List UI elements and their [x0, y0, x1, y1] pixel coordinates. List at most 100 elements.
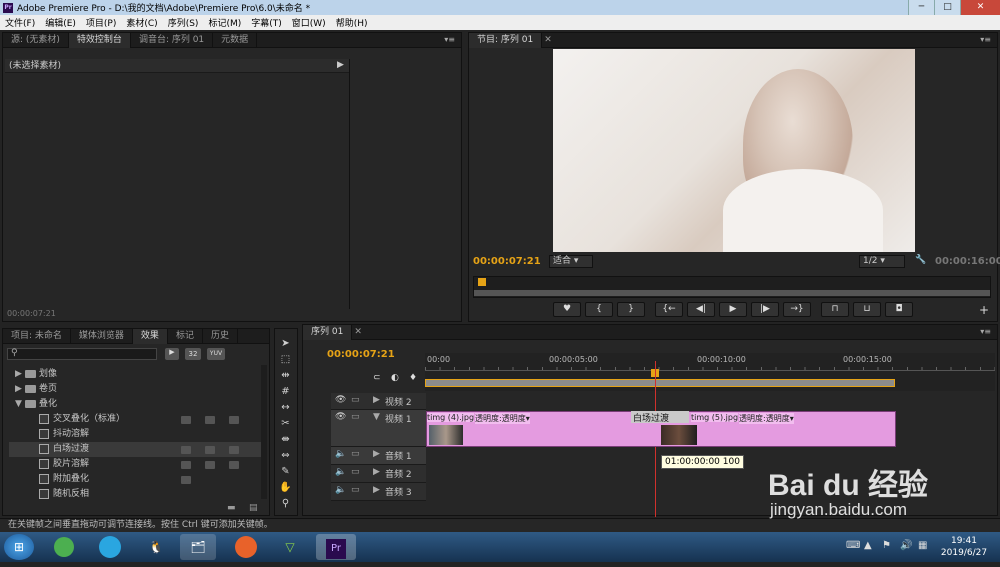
effects-item[interactable]: 抖动溶解 — [9, 427, 267, 442]
track-header[interactable]: 🔈 ▭ ▶ 音频 3 — [331, 483, 426, 501]
effects-item[interactable]: 胶片溶解 — [9, 457, 267, 472]
tab-effects[interactable]: 效果 — [132, 328, 168, 344]
effects-search-input[interactable]: ⚲ — [7, 348, 157, 360]
program-scrub-bar[interactable] — [473, 276, 991, 298]
zoom-tool-icon[interactable]: ⚲ — [279, 497, 292, 511]
close-tab-icon[interactable]: ✕ — [542, 33, 554, 48]
panel-menu-icon[interactable]: ▾≡ — [980, 35, 991, 44]
disclosure-triangle-icon[interactable]: ▶ — [15, 382, 25, 397]
tab-metadata[interactable]: 元数据 — [213, 32, 258, 48]
close-tab-icon[interactable]: ✕ — [352, 325, 364, 340]
menu-sequence[interactable]: 序列(S) — [163, 16, 204, 29]
network-tray-icon[interactable]: ▦ — [918, 540, 927, 551]
work-area-bar[interactable] — [425, 379, 895, 387]
tab-effect-controls[interactable]: 特效控制台 — [68, 32, 131, 48]
app-green-icon[interactable]: ▽ — [272, 534, 308, 560]
file-explorer-icon[interactable]: 🗂 — [180, 534, 216, 560]
collapse-track-icon[interactable]: ▼ — [373, 412, 380, 422]
mark-out-button[interactable]: } — [617, 302, 645, 317]
collapse-track-icon[interactable]: ▶ — [373, 395, 380, 405]
menu-clip[interactable]: 素材(C) — [121, 16, 162, 29]
tab-markers[interactable]: 标记 — [168, 328, 203, 344]
firefox-icon[interactable] — [228, 534, 264, 560]
expand-arrow-icon[interactable]: ▶ — [337, 60, 344, 70]
panel-menu-icon[interactable]: ▾≡ — [444, 35, 455, 44]
tab-audio-mixer[interactable]: 调音台: 序列 01 — [131, 32, 214, 48]
effects-folder[interactable]: ▶ 划像 — [9, 367, 267, 382]
ripple-edit-tool-icon[interactable]: ⇹ — [279, 369, 292, 383]
tab-history[interactable]: 历史 — [203, 328, 238, 344]
lock-track-icon[interactable]: ▭ — [351, 485, 360, 495]
flag-tray-icon[interactable]: ⚑ — [882, 540, 891, 551]
tab-project[interactable]: 项目: 未命名 — [3, 328, 71, 344]
accelerated-effects-icon[interactable]: ▶ — [165, 348, 179, 360]
track-header[interactable]: 👁 ▭ ▶ 视频 2 — [331, 393, 426, 410]
keyboard-tray-icon[interactable]: ⌨ — [846, 540, 860, 551]
extract-button[interactable]: ⊔ — [853, 302, 881, 317]
menu-edit[interactable]: 编辑(E) — [40, 16, 81, 29]
rate-stretch-tool-icon[interactable]: ↔ — [279, 401, 292, 415]
menu-marker[interactable]: 标记(M) — [203, 16, 246, 29]
maximize-button[interactable]: □ — [934, 0, 960, 15]
menu-file[interactable]: 文件(F) — [0, 16, 40, 29]
add-marker-button[interactable]: ♥ — [553, 302, 581, 317]
new-folder-icon[interactable]: ▬ — [227, 503, 236, 513]
wrench-icon[interactable]: 🔧 — [915, 255, 926, 265]
track-select-tool-icon[interactable]: ⬚ — [279, 353, 292, 367]
collapse-track-icon[interactable]: ▶ — [373, 467, 380, 477]
disclosure-triangle-icon[interactable]: ▶ — [15, 367, 25, 382]
lock-track-icon[interactable]: ▭ — [351, 449, 360, 459]
tab-source[interactable]: 源: (无素材) — [3, 32, 69, 48]
track-header[interactable]: 👁 ▭ ▼ 视频 1 — [331, 410, 426, 447]
effects-item[interactable]: 附加叠化 — [9, 472, 267, 487]
play-button[interactable]: ▶ — [719, 302, 747, 317]
timeline-timecode[interactable]: 00:00:07:21 — [327, 349, 395, 360]
linked-selection-icon[interactable]: ◐ — [391, 373, 399, 383]
system-clock[interactable]: 19:41 2019/6/27 — [934, 535, 994, 559]
rolling-edit-tool-icon[interactable]: # — [279, 385, 292, 399]
panel-menu-icon[interactable]: ▾≡ — [980, 327, 991, 336]
32bit-filter-badge[interactable]: 32 — [185, 348, 201, 360]
menu-title[interactable]: 字幕(T) — [246, 16, 287, 29]
add-marker-icon[interactable]: ♦ — [409, 373, 417, 383]
tab-program[interactable]: 节目: 序列 01 — [469, 32, 543, 48]
step-back-button[interactable]: ◀| — [687, 302, 715, 317]
razor-tool-icon[interactable]: ✂ — [279, 417, 292, 431]
effects-item[interactable]: 交叉叠化（标准） — [9, 412, 267, 427]
speaker-icon[interactable]: 🔈 — [335, 485, 346, 495]
export-frame-button[interactable]: ◘ — [885, 302, 913, 317]
go-to-in-button[interactable]: {← — [655, 302, 683, 317]
mark-in-button[interactable]: { — [585, 302, 613, 317]
opacity-menu[interactable]: 透明度:透明度▾ — [739, 413, 794, 424]
media-player-icon[interactable] — [92, 534, 128, 560]
menu-window[interactable]: 窗口(W) — [287, 16, 331, 29]
track-header[interactable]: 🔈 ▭ ▶ 音频 1 — [331, 447, 426, 465]
volume-tray-icon[interactable]: 🔊 — [900, 540, 912, 551]
tab-media-browser[interactable]: 媒体浏览器 — [71, 328, 133, 344]
selection-tool-icon[interactable]: ➤ — [279, 337, 292, 351]
collapse-track-icon[interactable]: ▶ — [373, 449, 380, 459]
start-button-icon[interactable]: ⊞ — [4, 534, 34, 560]
time-ruler[interactable]: 00:00 00:00:05:00 00:00:10:00 00:00:15:0… — [425, 353, 995, 391]
effects-folder[interactable]: ▼ 叠化 — [9, 397, 267, 412]
slide-tool-icon[interactable]: ⇔ — [279, 449, 292, 463]
snap-icon[interactable]: ⊂ — [373, 373, 381, 383]
eye-icon[interactable]: 👁 — [335, 395, 346, 405]
track-header[interactable]: 🔈 ▭ ▶ 音频 2 — [331, 465, 426, 483]
lift-button[interactable]: ⊓ — [821, 302, 849, 317]
opacity-menu[interactable]: 透明度:透明度▾ — [475, 413, 530, 424]
resolution-select[interactable]: 1/2 ▾ — [859, 255, 905, 268]
playhead-marker-icon[interactable] — [478, 278, 486, 286]
show-hidden-icons[interactable]: ▲ — [864, 540, 872, 551]
add-button-icon[interactable]: + — [979, 303, 989, 317]
app-360-icon[interactable] — [46, 534, 82, 560]
effects-item[interactable]: 白场过渡 — [9, 442, 267, 457]
lock-track-icon[interactable]: ▭ — [351, 467, 360, 477]
program-timecode[interactable]: 00:00:07:21 — [473, 256, 541, 267]
lock-track-icon[interactable]: ▭ — [351, 412, 360, 422]
slip-tool-icon[interactable]: ⇼ — [279, 433, 292, 447]
speaker-icon[interactable]: 🔈 — [335, 449, 346, 459]
delete-icon[interactable]: ▤ — [249, 503, 258, 513]
pen-tool-icon[interactable]: ✎ — [279, 465, 292, 479]
premiere-taskbar-icon[interactable]: Pr — [316, 534, 356, 560]
